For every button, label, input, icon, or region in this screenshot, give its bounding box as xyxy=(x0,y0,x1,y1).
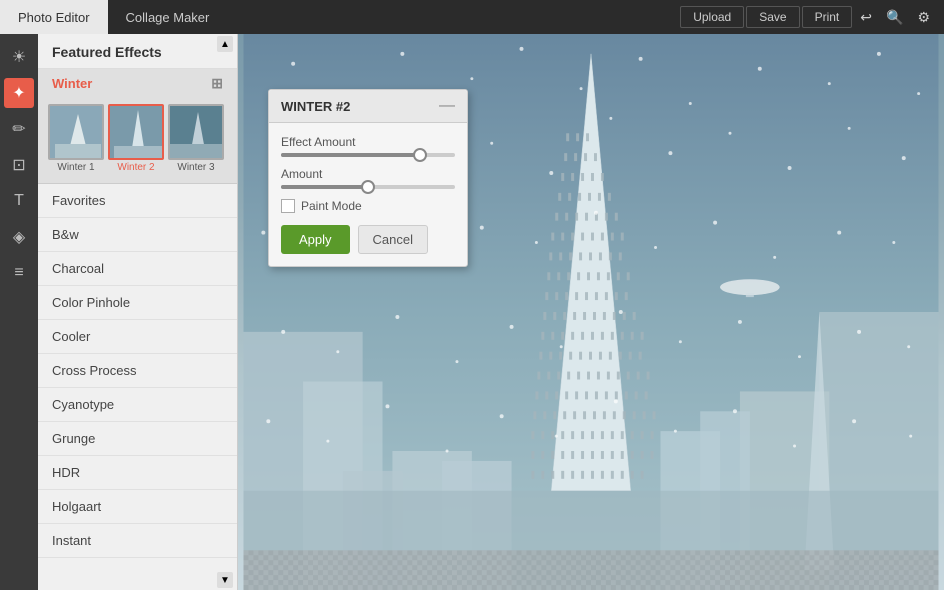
effect-amount-track[interactable] xyxy=(281,153,455,157)
filter-thumbnails: Winter 1 Winter 2 xyxy=(38,98,237,183)
thumb-image-winter3 xyxy=(168,104,224,160)
sidebar-item-charcoal[interactable]: Charcoal xyxy=(38,252,237,286)
tab-collage-maker[interactable]: Collage Maker xyxy=(108,0,228,34)
filter-thumb-winter2[interactable]: Winter 2 xyxy=(108,104,164,173)
sidebar: ▲ Featured Effects Winter ⊞ xyxy=(38,34,238,590)
sidebar-category-list: Favorites B&w Charcoal Color Pinhole Coo… xyxy=(38,184,237,590)
search-button[interactable]: 🔍 xyxy=(880,5,909,30)
filter-section-header: Winter ⊞ xyxy=(38,69,237,98)
save-button[interactable]: Save xyxy=(746,6,799,28)
paint-mode-label: Paint Mode xyxy=(301,199,362,213)
tool-3d[interactable]: ◈ xyxy=(4,222,34,252)
sidebar-item-cooler[interactable]: Cooler xyxy=(38,320,237,354)
paint-mode-checkbox[interactable] xyxy=(281,199,295,213)
scroll-up-button[interactable]: ▲ xyxy=(217,36,233,52)
apply-button[interactable]: Apply xyxy=(281,225,350,254)
tool-crop[interactable]: ⊡ xyxy=(4,150,34,180)
scroll-down-button[interactable]: ▼ xyxy=(217,572,233,588)
sidebar-item-cyanotype[interactable]: Cyanotype xyxy=(38,388,237,422)
popup-actions: Apply Cancel xyxy=(281,225,455,254)
popup-close-button[interactable]: — xyxy=(439,98,455,114)
popup-header: WINTER #2 — xyxy=(269,90,467,123)
amount-fill xyxy=(281,185,368,189)
main-content: ☀ ✦ ✏ ⊡ T ◈ ≡ ▲ Featured Effects Winter … xyxy=(0,34,944,590)
winter3-label: Winter 3 xyxy=(177,162,214,173)
sidebar-item-hdr[interactable]: HDR xyxy=(38,456,237,490)
print-button[interactable]: Print xyxy=(802,6,853,28)
active-filter-label: Winter xyxy=(52,76,92,91)
tab-photo-editor[interactable]: Photo Editor xyxy=(0,0,108,34)
sidebar-item-cross-process[interactable]: Cross Process xyxy=(38,354,237,388)
top-bar: Photo Editor Collage Maker Upload Save P… xyxy=(0,0,944,34)
winter2-label: Winter 2 xyxy=(117,162,154,173)
tool-effects[interactable]: ✦ xyxy=(4,78,34,108)
winter1-label: Winter 1 xyxy=(57,162,94,173)
sidebar-item-color-pinhole[interactable]: Color Pinhole xyxy=(38,286,237,320)
filter-thumb-winter3[interactable]: Winter 3 xyxy=(168,104,224,173)
sidebar-item-bw[interactable]: B&w xyxy=(38,218,237,252)
effect-amount-fill xyxy=(281,153,420,157)
popup-title: WINTER #2 xyxy=(281,99,350,114)
tool-layers[interactable]: ≡ xyxy=(4,258,34,288)
tool-draw[interactable]: ✏ xyxy=(4,114,34,144)
thumb-image-winter2 xyxy=(108,104,164,160)
featured-effects-label: Featured Effects xyxy=(52,44,162,60)
winter1-svg xyxy=(50,106,104,160)
amount-thumb[interactable] xyxy=(361,180,375,194)
sidebar-item-holgaart[interactable]: Holgaart xyxy=(38,490,237,524)
tool-adjust[interactable]: ☀ xyxy=(4,42,34,72)
undo-button[interactable]: ↩ xyxy=(854,5,878,30)
winter3-svg xyxy=(170,106,224,160)
adjust-icon: ⊞ xyxy=(211,75,223,92)
sidebar-item-instant[interactable]: Instant xyxy=(38,524,237,558)
paint-mode-row: Paint Mode xyxy=(281,199,455,213)
effect-amount-row: Effect Amount xyxy=(281,135,455,157)
left-toolbar: ☀ ✦ ✏ ⊡ T ◈ ≡ xyxy=(0,34,38,590)
effect-amount-label: Effect Amount xyxy=(281,135,455,149)
sidebar-header: Featured Effects xyxy=(38,34,237,69)
upload-button[interactable]: Upload xyxy=(680,6,744,28)
popup-body: Effect Amount Amount Paint Mode xyxy=(269,123,467,266)
amount-track[interactable] xyxy=(281,185,455,189)
sidebar-item-favorites[interactable]: Favorites xyxy=(38,184,237,218)
top-actions: Upload Save Print ↩ 🔍 ⚙ xyxy=(680,5,944,30)
settings-button[interactable]: ⚙ xyxy=(911,5,936,30)
winter2-svg xyxy=(110,106,164,160)
amount-label: Amount xyxy=(281,167,455,181)
canvas-area: WINTER #2 — Effect Amount Amount xyxy=(238,34,944,590)
cancel-button[interactable]: Cancel xyxy=(358,225,428,254)
winter2-popup: WINTER #2 — Effect Amount Amount xyxy=(268,89,468,267)
filter-thumb-winter1[interactable]: Winter 1 xyxy=(48,104,104,173)
sidebar-item-grunge[interactable]: Grunge xyxy=(38,422,237,456)
effect-amount-thumb[interactable] xyxy=(413,148,427,162)
thumb-image-winter1 xyxy=(48,104,104,160)
tool-text[interactable]: T xyxy=(4,186,34,216)
filter-section-winter: Winter ⊞ Winter 1 xyxy=(38,69,237,184)
amount-row: Amount xyxy=(281,167,455,189)
